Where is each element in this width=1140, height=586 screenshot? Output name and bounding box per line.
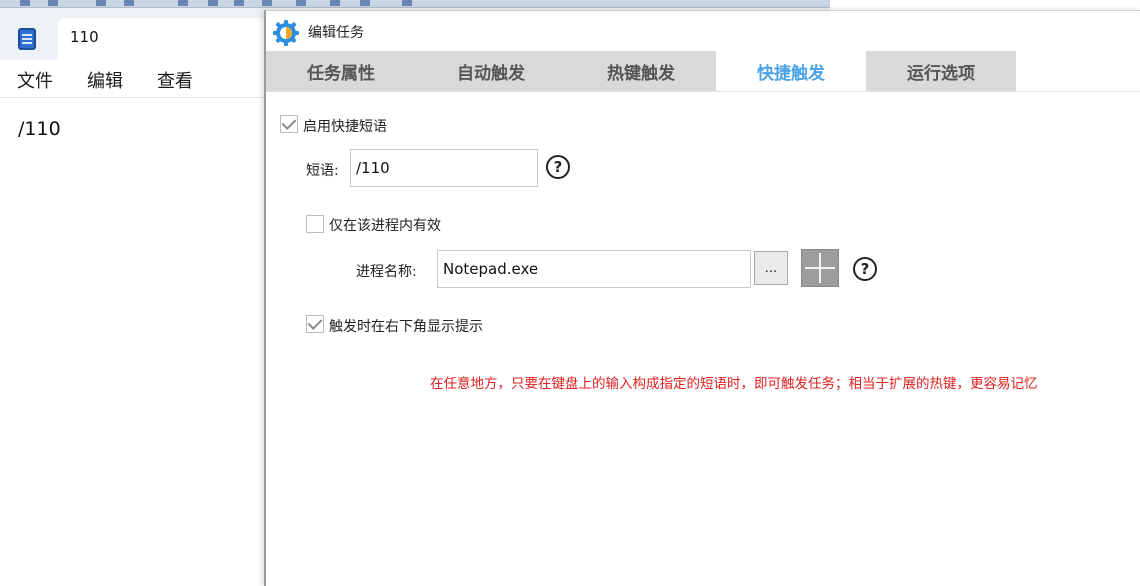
notepad-text-content[interactable]: /110 bbox=[18, 118, 61, 140]
tab-shortcut-trigger[interactable]: 快捷触发 bbox=[716, 51, 866, 91]
dialog-title: 编辑任务 bbox=[308, 25, 364, 41]
notepad-tab[interactable]: 110 bbox=[58, 18, 268, 60]
process-name-input[interactable]: Notepad.exe bbox=[437, 250, 751, 288]
phrase-help-icon[interactable]: ? bbox=[546, 155, 570, 179]
tab-bar: 任务属性 自动触发 热键触发 快捷触发 运行选项 bbox=[266, 51, 1140, 91]
tab-auto-trigger[interactable]: 自动触发 bbox=[416, 51, 566, 91]
enable-phrase-checkbox[interactable] bbox=[280, 115, 298, 133]
phrase-label: 短语: bbox=[306, 163, 339, 179]
crosshair-picker-icon[interactable] bbox=[801, 249, 839, 287]
notepad-tab-title: 110 bbox=[70, 28, 99, 46]
tab-run-options[interactable]: 运行选项 bbox=[866, 51, 1016, 91]
edit-task-dialog: 编辑任务 任务属性 自动触发 热键触发 快捷触发 运行选项 启用快捷短语 短语:… bbox=[264, 10, 1140, 586]
tab-hotkey-trigger[interactable]: 热键触发 bbox=[566, 51, 716, 91]
enable-phrase-label: 启用快捷短语 bbox=[303, 119, 387, 135]
hint-text: 在任意地方，只要在键盘上的输入构成指定的短语时，即可触发任务；相当于扩展的热键，… bbox=[430, 376, 1038, 392]
tab-task-properties[interactable]: 任务属性 bbox=[266, 51, 416, 91]
phrase-input[interactable]: /110 bbox=[350, 149, 538, 187]
show-tip-checkbox[interactable] bbox=[306, 315, 324, 333]
gear-app-icon bbox=[273, 20, 299, 46]
process-only-checkbox[interactable] bbox=[306, 215, 324, 233]
process-only-label: 仅在该进程内有效 bbox=[329, 218, 441, 234]
tab-divider bbox=[266, 91, 1140, 92]
notepad-app-icon bbox=[18, 28, 36, 50]
show-tip-label: 触发时在右下角显示提示 bbox=[329, 319, 483, 335]
process-help-icon[interactable]: ? bbox=[853, 257, 877, 281]
browse-button[interactable]: ... bbox=[754, 251, 788, 285]
menu-view[interactable]: 查看 bbox=[157, 67, 193, 93]
menu-edit[interactable]: 编辑 bbox=[87, 67, 123, 93]
dialog-titlebar[interactable]: 编辑任务 bbox=[266, 11, 1140, 51]
menu-file[interactable]: 文件 bbox=[17, 67, 53, 93]
taskbar-icons-strip bbox=[0, 0, 830, 8]
process-name-label: 进程名称: bbox=[356, 264, 417, 280]
